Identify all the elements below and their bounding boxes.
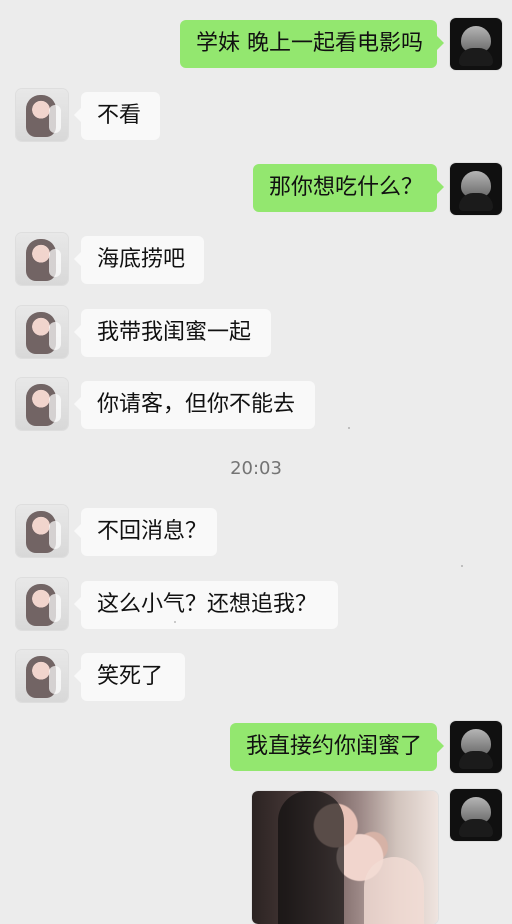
female-avatar-icon[interactable] [16, 233, 68, 285]
message-bubble-incoming[interactable]: 不回消息？ [74, 508, 217, 556]
message-bubble-outgoing[interactable]: 那你想吃什么？ [253, 164, 444, 212]
message-bubble-outgoing[interactable]: 学妹 晚上一起看电影吗 [180, 20, 444, 68]
message-bubble-incoming[interactable]: 你请客，但你不能去 [74, 381, 315, 429]
message-bubble-incoming[interactable]: 我带我闺蜜一起 [74, 309, 271, 357]
timestamp: 20:03 [230, 458, 282, 479]
male-avatar-icon[interactable] [450, 789, 502, 841]
decorative-dot [174, 621, 176, 623]
male-avatar-icon[interactable] [450, 18, 502, 70]
message-bubble-incoming[interactable]: 海底捞吧 [74, 236, 204, 284]
female-avatar-icon[interactable] [16, 306, 68, 358]
message-bubble-outgoing[interactable]: 我直接约你闺蜜了 [230, 723, 444, 771]
message-bubble-incoming[interactable]: 这么小气？还想追我？ [74, 581, 338, 629]
female-avatar-icon[interactable] [16, 378, 68, 430]
male-avatar-icon[interactable] [450, 721, 502, 773]
decorative-dot [348, 427, 350, 429]
chat-screen: 学妹 晚上一起看电影吗 不看 那你想吃什么？ 海底捞吧 我带我闺蜜一起 你请客，… [0, 0, 512, 924]
female-avatar-icon[interactable] [16, 650, 68, 702]
image-message[interactable] [252, 791, 438, 924]
message-bubble-incoming[interactable]: 不看 [74, 92, 160, 140]
female-avatar-icon[interactable] [16, 578, 68, 630]
female-avatar-icon[interactable] [16, 505, 68, 557]
female-avatar-icon[interactable] [16, 89, 68, 141]
message-bubble-incoming[interactable]: 笑死了 [74, 653, 185, 701]
decorative-dot [461, 565, 463, 567]
male-avatar-icon[interactable] [450, 163, 502, 215]
